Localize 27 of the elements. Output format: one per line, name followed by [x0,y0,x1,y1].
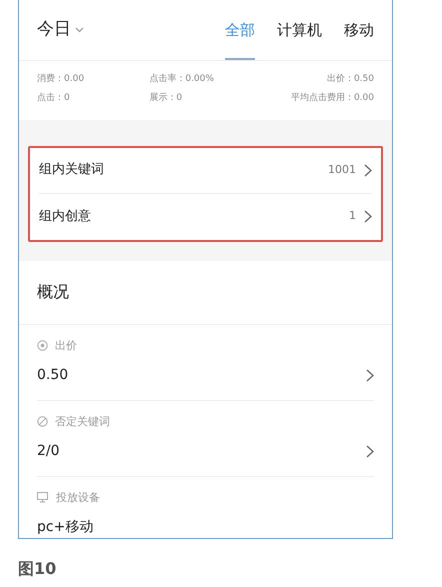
stat-text: 消费：0.00 [37,72,86,86]
period-dropdown[interactable]: 今日 [37,17,84,43]
field-value: 2/0 [37,442,60,460]
figure-caption: 图10 [18,559,56,578]
tab[interactable]: 移动 [344,0,374,60]
item-label: 组内关键词 [39,161,104,180]
field-label: 出价 [55,338,77,354]
stat-text: 平均点击费用：0.00 [290,92,374,106]
item-count: 1 [349,208,356,224]
monitor-icon [37,492,49,504]
item-label: 组内创意 [39,208,91,226]
chevron-right-icon [364,164,372,176]
stat-text: 出价：0.50 [326,72,374,86]
stat-text: 点击：0 [37,92,71,106]
caret-down-icon [75,26,84,33]
stat-text: 点击率：0.00% [149,72,215,86]
field-value: pc+移动 [37,518,94,536]
tab[interactable]: 计算机 [277,0,322,60]
section-title: 概况 [37,281,69,303]
target-icon [37,340,48,352]
stat-text: 展示：0 [149,92,184,106]
chevron-right-icon [364,210,372,223]
prohibited-icon [37,416,48,428]
field-label: 投放设备 [56,490,100,506]
field-label: 否定关键词 [55,414,110,430]
field-value: 0.50 [37,366,68,384]
item-count: 1001 [328,162,356,178]
